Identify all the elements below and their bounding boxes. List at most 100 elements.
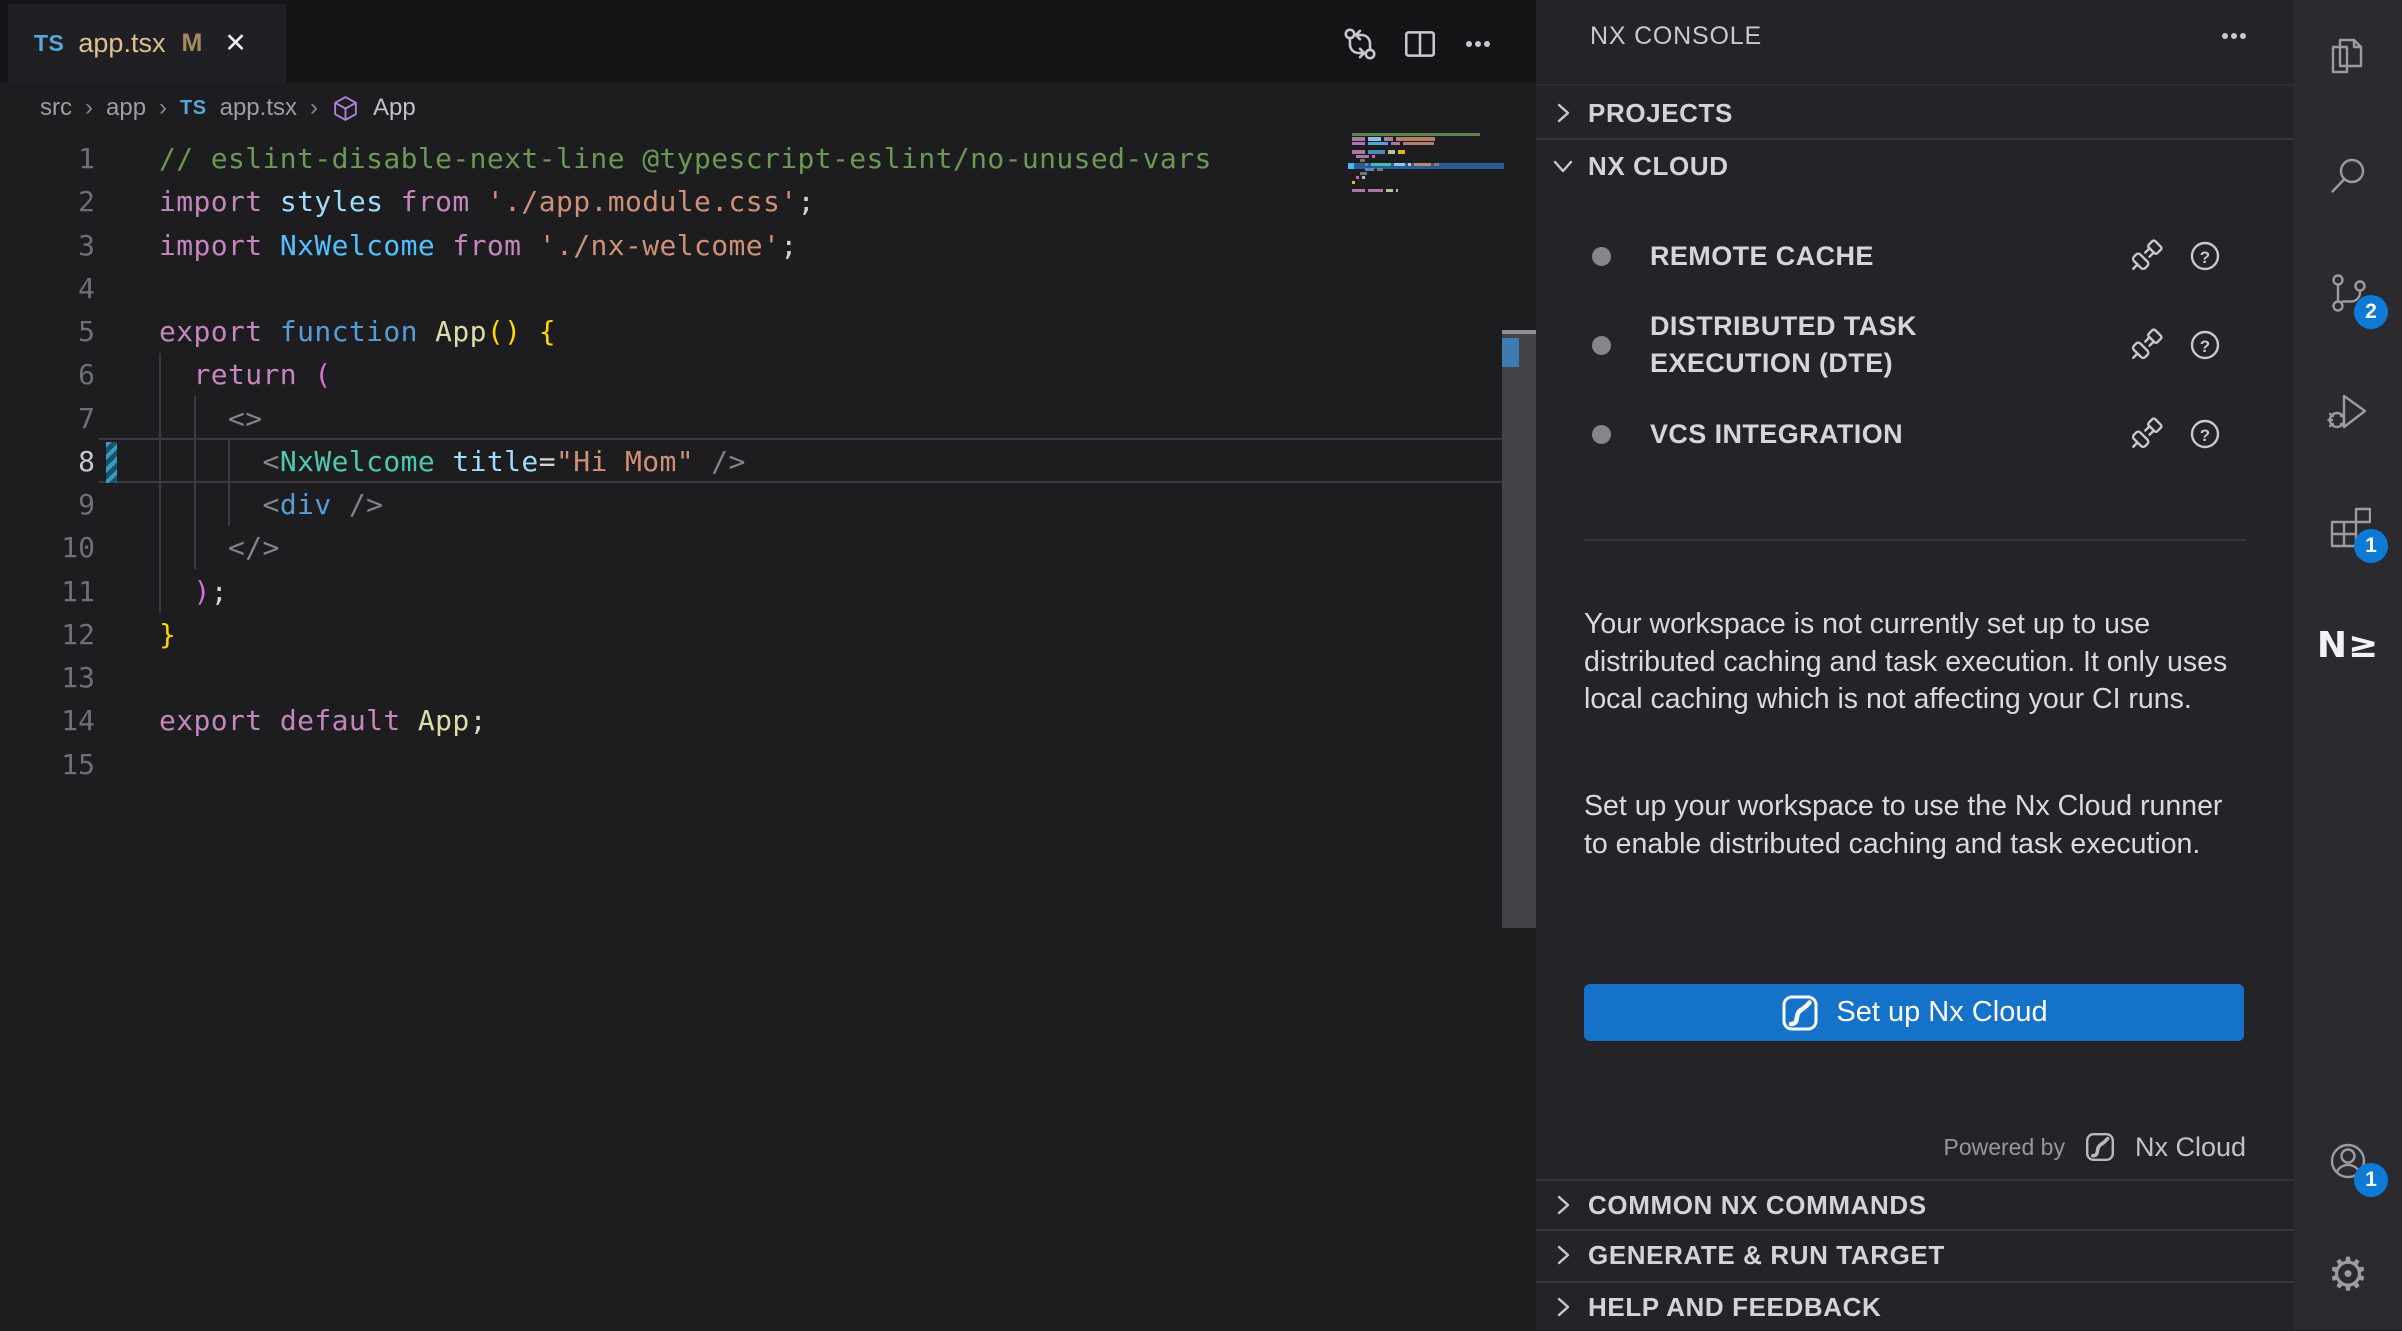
badge: 1 <box>2354 1163 2388 1197</box>
code-line-12[interactable]: } <box>0 613 1500 656</box>
run-and-debug-icon <box>2325 387 2371 433</box>
sidebar-title: NX CONSOLE <box>1590 22 1762 51</box>
typescript-file-icon: TS <box>180 97 207 120</box>
tab-app-tsx[interactable]: TS app.tsx M ✕ <box>8 4 286 83</box>
code-line-14[interactable]: export default App; <box>0 699 1500 742</box>
minimap[interactable] <box>1348 133 1504 203</box>
gear-icon: ⚙ <box>2327 1251 2368 1297</box>
section-projects[interactable]: PROJECTS <box>1536 88 2294 138</box>
connect-icon[interactable] <box>2124 412 2168 456</box>
activity-nx-console[interactable]: N≥ <box>2325 622 2371 668</box>
git-modified-badge: M <box>181 29 202 58</box>
status-dot <box>1592 247 1611 266</box>
breadcrumb-app[interactable]: app <box>106 94 146 122</box>
status-dot <box>1592 425 1611 444</box>
section-nx-cloud[interactable]: NX CLOUD <box>1536 141 2294 191</box>
code-line-5[interactable]: export function App() { <box>0 310 1500 353</box>
activity-explorer[interactable] <box>2325 33 2371 79</box>
powered-by-label: Powered by <box>1943 1134 2064 1161</box>
divider <box>1536 84 2294 86</box>
code-line-4[interactable] <box>0 267 1500 310</box>
svg-text:?: ? <box>2200 248 2210 267</box>
breadcrumb-separator: › <box>310 94 318 122</box>
activity-settings[interactable]: ⚙ <box>2325 1251 2371 1297</box>
typescript-file-icon: TS <box>34 30 64 57</box>
code-line-8[interactable]: <NxWelcome title="Hi Mom" /> <box>0 440 1500 483</box>
breadcrumb: src › app › TS app.tsx › App <box>40 90 416 126</box>
chevron-down-icon <box>1550 153 1576 179</box>
split-editor-icon[interactable] <box>1400 24 1440 64</box>
help-icon[interactable]: ? <box>2188 328 2222 362</box>
code-line-10[interactable]: </> <box>0 526 1500 569</box>
breadcrumb-src[interactable]: src <box>40 94 72 122</box>
nx-console-sidebar: NX CONSOLE PROJECTS NX CLOUD REMOTE CACH… <box>1536 0 2294 1330</box>
code-line-13[interactable] <box>0 656 1500 699</box>
divider <box>1536 138 2294 140</box>
breadcrumb-file[interactable]: app.tsx <box>220 94 297 122</box>
divider <box>1584 539 2246 541</box>
section-label: HELP AND FEEDBACK <box>1588 1292 1881 1323</box>
more-actions-icon[interactable] <box>1458 24 1498 64</box>
connect-icon[interactable] <box>2124 323 2168 367</box>
breadcrumb-symbol[interactable]: App <box>373 94 416 122</box>
scrollbar-cursor-marker <box>1502 330 1536 334</box>
nx-cloud-icon <box>1780 993 1820 1033</box>
code-editor[interactable]: // eslint-disable-next-line @typescript-… <box>0 137 1500 786</box>
editor-scrollbar-thumb[interactable] <box>1502 334 1536 928</box>
status-dot <box>1592 336 1611 355</box>
section-generate-run-target[interactable]: GENERATE & RUN TARGET <box>1536 1231 2294 1279</box>
feature-row-distributed-task-execution-dte-: DISTRIBUTED TASK EXECUTION (DTE) ? <box>1536 300 2294 390</box>
help-icon[interactable]: ? <box>2188 417 2222 451</box>
breadcrumb-separator: › <box>159 94 167 122</box>
help-icon[interactable]: ? <box>2188 239 2222 273</box>
section-label: NX CLOUD <box>1588 151 1729 182</box>
nx-console-logo-icon: N≥ <box>2317 625 2379 666</box>
setup-button-label: Set up Nx Cloud <box>1836 996 2047 1029</box>
chevron-right-icon <box>1550 1242 1576 1268</box>
badge: 1 <box>2354 529 2388 563</box>
description-paragraph: Your workspace is not currently set up t… <box>1584 606 2252 719</box>
sidebar-more-actions-icon[interactable] <box>2214 14 2254 58</box>
powered-by: Powered by Nx Cloud <box>1943 1126 2246 1168</box>
search-icon <box>2325 153 2371 199</box>
nx-cloud-brand: Nx Cloud <box>2135 1132 2246 1163</box>
tab-bar: TS app.tsx M ✕ <box>0 0 1536 83</box>
svg-text:?: ? <box>2200 426 2210 445</box>
close-tab-icon[interactable]: ✕ <box>224 28 247 59</box>
feature-label: DISTRIBUTED TASK EXECUTION (DTE) <box>1650 308 2000 382</box>
code-line-3[interactable]: import NxWelcome from './nx-welcome'; <box>0 224 1500 267</box>
chevron-right-icon <box>1550 1294 1576 1320</box>
nx-cloud-icon <box>2084 1131 2116 1163</box>
scrollbar-modified-marker <box>1502 338 1519 367</box>
code-line-11[interactable]: ); <box>0 570 1500 613</box>
symbol-cube-icon <box>331 94 360 123</box>
section-help-and-feedback[interactable]: HELP AND FEEDBACK <box>1536 1283 2294 1331</box>
open-changes-icon[interactable] <box>1340 24 1380 64</box>
section-label: GENERATE & RUN TARGET <box>1588 1240 1945 1271</box>
editor-pane: TS app.tsx M ✕ src › app › TS app.tsx › <box>0 0 1536 1330</box>
feature-label: REMOTE CACHE <box>1650 238 2000 275</box>
tab-title: app.tsx <box>78 28 165 59</box>
code-line-6[interactable]: return ( <box>0 353 1500 396</box>
code-line-7[interactable]: <> <box>0 397 1500 440</box>
description-paragraph: Set up your workspace to use the Nx Clou… <box>1584 788 2252 863</box>
code-line-9[interactable]: <div /> <box>0 483 1500 526</box>
explorer-icon <box>2325 33 2371 79</box>
sidebar-header: NX CONSOLE <box>1536 14 2294 58</box>
minimap-modified-marker <box>1348 163 1354 170</box>
activity-search[interactable] <box>2325 153 2371 199</box>
section-common-nx-commands[interactable]: COMMON NX COMMANDS <box>1536 1181 2294 1229</box>
activity-run-and-debug[interactable] <box>2325 387 2371 433</box>
activity-bar: 2 1 N≥ 1 ⚙ <box>2294 0 2402 1330</box>
feature-label: VCS INTEGRATION <box>1650 416 2000 453</box>
feature-row-remote-cache: REMOTE CACHE ? <box>1536 230 2294 282</box>
code-line-2[interactable]: import styles from './app.module.css'; <box>0 180 1500 223</box>
code-line-1[interactable]: // eslint-disable-next-line @typescript-… <box>0 137 1500 180</box>
code-line-15[interactable] <box>0 743 1500 786</box>
section-label: PROJECTS <box>1588 98 1733 129</box>
setup-nx-cloud-button[interactable]: Set up Nx Cloud <box>1584 984 2244 1041</box>
chevron-right-icon <box>1550 100 1576 126</box>
feature-row-vcs-integration: VCS INTEGRATION ? <box>1536 408 2294 460</box>
badge: 2 <box>2354 295 2388 329</box>
connect-icon[interactable] <box>2124 234 2168 278</box>
